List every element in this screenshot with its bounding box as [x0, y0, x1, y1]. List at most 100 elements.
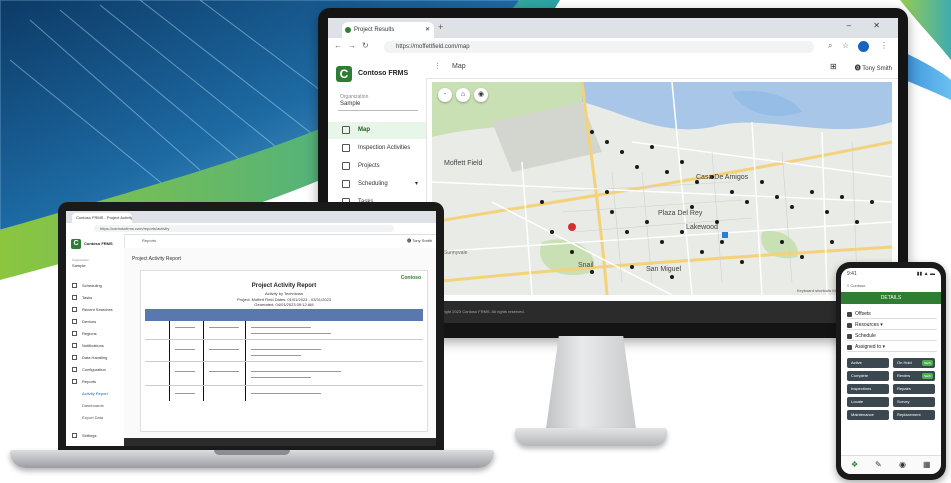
menu-icon[interactable]: ⋮	[434, 62, 441, 70]
sidebar-item-map[interactable]: Map	[328, 122, 426, 139]
user-menu[interactable]: ⓿ Tony Smith	[855, 63, 892, 72]
map-zoom-out-button[interactable]: -	[438, 88, 452, 102]
gear-icon	[72, 433, 77, 438]
report-subtitle: Activity by Technician	[265, 291, 303, 296]
monitor-stand-base	[515, 428, 667, 446]
window-controls[interactable]: – ✕	[847, 21, 890, 30]
forward-arrow-icon[interactable]: →	[348, 41, 356, 50]
phone-action-button[interactable]: Repairs	[893, 384, 935, 394]
close-tab-icon[interactable]: ✕	[425, 22, 430, 38]
sidebar-item-label: Recent Searches	[82, 307, 113, 312]
calendar-icon	[342, 180, 350, 188]
phone-action-button[interactable]: Complete	[847, 371, 889, 381]
phone-action-button[interactable]: Review NEW	[893, 371, 935, 381]
nav-home-icon[interactable]: ❖	[851, 460, 858, 469]
nav-calendar-icon[interactable]: ▦	[923, 460, 931, 469]
laptop-sidebar-item[interactable]: Recent Searches	[66, 304, 124, 315]
reload-icon[interactable]: ↻	[362, 41, 369, 50]
more-menu-icon[interactable]: ⋮	[880, 41, 888, 50]
back-arrow-icon[interactable]: ←	[334, 41, 342, 50]
phone-field-label: Offsets	[855, 311, 871, 317]
phone-action-button[interactable]: Maintenance	[847, 410, 889, 420]
phone-action-button[interactable]: Active	[847, 358, 889, 368]
phone-field[interactable]: Resources ▾	[847, 321, 937, 330]
laptop-sidebar-subitem[interactable]: Dashboards	[66, 400, 124, 411]
org-select[interactable]: Sample	[340, 101, 360, 107]
laptop-browser-tab-strip: Contoso FRMS - Project Activity	[66, 211, 436, 223]
laptop-org-select[interactable]: Sample	[72, 263, 86, 268]
nav-edit-icon[interactable]: ✎	[875, 460, 882, 469]
report-cell-text	[209, 327, 239, 328]
laptop-user-menu[interactable]: ⓿ Tony Smith	[407, 238, 432, 244]
phone-action-button[interactable]: Locate	[847, 397, 889, 407]
phone-button-badge: NEW	[922, 360, 933, 366]
laptop-footer	[124, 438, 436, 446]
sidebar-item-inspection-activities[interactable]: Inspection Activities	[328, 140, 426, 157]
report-preview[interactable]: Contoso Project Activity Report Activity…	[140, 270, 428, 432]
laptop-sidebar-item[interactable]: Data Handling	[66, 352, 124, 363]
laptop-sidebar-item[interactable]: Configuration	[66, 364, 124, 375]
sidebar-item-projects[interactable]: Projects	[328, 158, 426, 175]
database-icon	[72, 355, 77, 360]
sidebar-item-label: Tasks	[82, 295, 93, 300]
laptop-browser-tab[interactable]: Contoso FRMS - Project Activity	[72, 213, 132, 223]
nav-location-icon[interactable]: ◉	[899, 460, 906, 469]
phone-button-label: Replacement	[897, 412, 921, 417]
profile-avatar[interactable]	[858, 41, 869, 52]
table-row	[145, 339, 423, 340]
report-cell-text	[251, 333, 331, 334]
phone-action-button[interactable]: On Hold NEW	[893, 358, 935, 368]
sidebar-item-label: Reports	[82, 379, 97, 384]
map-locate-button[interactable]: ◉	[474, 88, 488, 102]
sidebar-item-label: Inspection Activities	[358, 145, 411, 151]
phone-app-bar[interactable]: ≡ Contoso	[841, 280, 941, 292]
map-home-button[interactable]: ⌂	[456, 88, 470, 102]
phone-button-label: Complete	[851, 373, 869, 378]
phone-field[interactable]: Assigned to ▾	[847, 343, 937, 352]
map-canvas[interactable]	[432, 82, 892, 295]
laptop-sidebar-item-reports[interactable]: Reports	[66, 376, 124, 387]
laptop-sidebar-subitem[interactable]: Export Data	[66, 412, 124, 423]
phone-field-label: Assigned to ▾	[855, 344, 886, 350]
laptop-sidebar-item[interactable]: Regions	[66, 328, 124, 339]
laptop-sidebar-item-settings[interactable]: Settings	[66, 430, 124, 441]
pin-icon	[847, 334, 852, 339]
laptop-sidebar-item[interactable]: Tasks	[66, 292, 124, 303]
laptop-address-bar[interactable]: https://contosofrms.com/reports/activity	[94, 225, 394, 232]
phone-bottom-nav: ❖ ✎ ◉ ▦	[841, 455, 941, 474]
report-cell-text	[251, 377, 311, 378]
phone-field-label: Resources ▾	[855, 322, 883, 328]
browser-tab[interactable]: Project Results ✕	[342, 22, 434, 38]
new-tab-button[interactable]: +	[438, 22, 443, 32]
laptop-app-name: Contoso FRMS	[84, 241, 113, 246]
star-icon[interactable]: ☆	[842, 41, 849, 50]
org-underline	[338, 110, 418, 111]
app-name: Contoso FRMS	[358, 70, 409, 77]
map-label-plaza-del-rey: Plaza Del Rey	[658, 210, 703, 217]
grid-icon[interactable]: ⊞	[830, 62, 837, 71]
laptop-sidebar-item[interactable]: Devices	[66, 316, 124, 327]
phone-action-button[interactable]: Inspections	[847, 384, 889, 394]
footer-text: Copyright 2023 Contoso FRMS. All rights …	[434, 309, 525, 314]
sidebar-item-label: Data Handling	[82, 355, 108, 360]
phone-action-button[interactable]: Survey	[893, 397, 935, 407]
phone-button-label: Maintenance	[851, 412, 874, 417]
phone-field[interactable]: Schedule	[847, 332, 937, 341]
report-cell-text	[175, 349, 195, 350]
map-view[interactable]: - ⌂ ◉ Moffett Field Casa De Amigos Plaza…	[432, 82, 892, 295]
phone-screen: 9:41 ▮▮ ▲ ▬ ≡ Contoso DETAILS Offsets Re…	[841, 268, 941, 474]
device-icon	[72, 319, 77, 324]
laptop-sidebar-subitem-activity-report[interactable]: Activity Report	[66, 388, 124, 399]
report-cell-text	[251, 349, 321, 350]
sidebar-item-scheduling[interactable]: Scheduling ▾	[328, 176, 426, 193]
address-bar[interactable]: https://moffettfield.com/map	[384, 41, 814, 53]
phone-field-label: Schedule	[855, 333, 876, 339]
phone-action-button[interactable]: Replacement	[893, 410, 935, 420]
table-row	[145, 361, 423, 362]
report-cell-text	[209, 371, 239, 372]
phone-field[interactable]: Offsets	[847, 310, 937, 319]
zoom-icon[interactable]: ⌕	[828, 41, 832, 51]
laptop-sidebar-item[interactable]: Notifications	[66, 340, 124, 351]
map-label-moffett-field: Moffett Field	[444, 160, 483, 167]
laptop-sidebar-item[interactable]: Scheduling	[66, 280, 124, 291]
